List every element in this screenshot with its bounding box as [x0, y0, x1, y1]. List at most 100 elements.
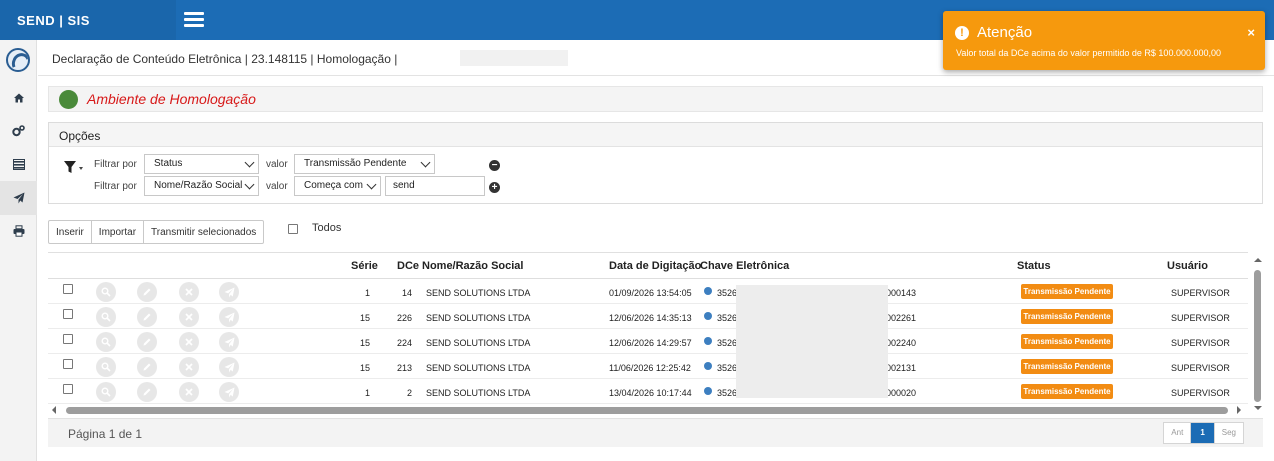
filter-label: Filtrar por: [94, 159, 137, 170]
status-badge: Transmissão Pendente: [1021, 384, 1113, 399]
edit-icon[interactable]: [137, 332, 157, 352]
environment-status-icon: [59, 90, 78, 109]
cell-date: 12/06/2026 14:35:13: [609, 313, 692, 323]
page-1-button[interactable]: 1: [1191, 423, 1215, 443]
vertical-scrollbar[interactable]: [1252, 256, 1264, 416]
close-icon[interactable]: ×: [1247, 25, 1255, 40]
cell-dce: 2: [406, 388, 412, 398]
cell-dce: 213: [396, 363, 412, 373]
redacted-area: [460, 50, 568, 66]
transmit-icon[interactable]: [219, 332, 239, 352]
edit-icon[interactable]: [137, 382, 157, 402]
delete-icon[interactable]: [179, 332, 199, 352]
remove-filter-icon[interactable]: −: [489, 160, 500, 171]
cell-name: SEND SOLUTIONS LTDA: [426, 388, 531, 398]
scroll-down-icon[interactable]: [1254, 406, 1262, 410]
cell-key-end: 002240: [886, 338, 917, 348]
cell-serie: 1: [364, 288, 370, 298]
column-header-user[interactable]: Usuário: [1167, 260, 1208, 272]
value-label: valor: [266, 181, 288, 192]
row-checkbox[interactable]: [63, 309, 73, 319]
view-icon[interactable]: [96, 357, 116, 377]
scroll-right-icon[interactable]: [1237, 406, 1241, 414]
redacted-key-area: [736, 285, 888, 398]
status-badge: Transmissão Pendente: [1021, 359, 1113, 374]
table-row[interactable]: 15 213 SEND SOLUTIONS LTDA 11/06/2026 12:25…: [48, 354, 1248, 379]
pagination-bar: Página 1 de 1 Ant 1 Seg: [48, 418, 1263, 447]
print-icon[interactable]: [0, 214, 37, 248]
environment-label: Ambiente de Homologação: [87, 91, 256, 107]
cell-dce: 226: [396, 313, 412, 323]
select-all-label: Todos: [312, 222, 342, 234]
cell-serie: 15: [359, 363, 370, 373]
key-status-icon: [704, 362, 712, 370]
horizontal-scroll-thumb[interactable]: [66, 407, 1228, 414]
table-row[interactable]: 1 14 SEND SOLUTIONS LTDA 01/09/2026 13:54:0…: [48, 279, 1248, 304]
cell-name: SEND SOLUTIONS LTDA: [426, 288, 531, 298]
delete-icon[interactable]: [179, 382, 199, 402]
edit-icon[interactable]: [137, 357, 157, 377]
column-header-status[interactable]: Status: [1017, 260, 1051, 272]
row-checkbox[interactable]: [63, 334, 73, 344]
column-header-serie[interactable]: Série: [351, 260, 378, 272]
filter-field-select[interactable]: Nome/Razão Social: [144, 176, 259, 196]
table-row[interactable]: 1 2 SEND SOLUTIONS LTDA 13/04/2026 10:17:44…: [48, 379, 1248, 404]
row-checkbox[interactable]: [63, 359, 73, 369]
filter-value-select[interactable]: Transmissão Pendente: [294, 154, 435, 174]
cell-user: SUPERVISOR: [1171, 388, 1230, 398]
insert-button[interactable]: Inserir: [49, 221, 92, 243]
page-count: Página 1 de 1: [68, 427, 143, 441]
delete-icon[interactable]: [179, 282, 199, 302]
edit-icon[interactable]: [137, 307, 157, 327]
view-icon[interactable]: [96, 382, 116, 402]
scroll-left-icon[interactable]: [52, 406, 56, 414]
brand-logo[interactable]: SEND | SIS: [0, 0, 176, 40]
add-filter-icon[interactable]: +: [489, 182, 500, 193]
transmit-icon[interactable]: [219, 282, 239, 302]
view-icon[interactable]: [96, 332, 116, 352]
menu-icon[interactable]: [184, 12, 204, 28]
filter-icon[interactable]: [63, 159, 85, 175]
filter-field-select[interactable]: Status: [144, 154, 259, 174]
table-row[interactable]: 15 226 SEND SOLUTIONS LTDA 12/06/2026 14:35…: [48, 304, 1248, 329]
list-icon[interactable]: [0, 147, 37, 181]
cell-user: SUPERVISOR: [1171, 313, 1230, 323]
select-all-checkbox[interactable]: [288, 224, 298, 234]
home-icon[interactable]: [0, 81, 37, 115]
table-header: Série DCe Nome/Razão Social Data de Digi…: [48, 253, 1248, 279]
value-label: valor: [266, 159, 288, 170]
import-button[interactable]: Importar: [92, 221, 145, 243]
send-icon[interactable]: [0, 181, 37, 215]
column-header-key[interactable]: Chave Eletrônica: [700, 260, 789, 272]
column-header-dce[interactable]: DCe: [397, 260, 419, 272]
transmit-icon[interactable]: [219, 357, 239, 377]
transmit-icon[interactable]: [219, 382, 239, 402]
app-logo-icon[interactable]: [6, 48, 30, 72]
row-checkbox[interactable]: [63, 384, 73, 394]
edit-icon[interactable]: [137, 282, 157, 302]
key-status-icon: [704, 287, 712, 295]
delete-icon[interactable]: [179, 357, 199, 377]
filter-value-input[interactable]: send: [385, 176, 485, 196]
delete-icon[interactable]: [179, 307, 199, 327]
view-icon[interactable]: [96, 307, 116, 327]
table-row[interactable]: 15 224 SEND SOLUTIONS LTDA 12/06/2026 14:29…: [48, 329, 1248, 354]
view-icon[interactable]: [96, 282, 116, 302]
transmit-selected-button[interactable]: Transmitir selecionados: [144, 221, 263, 243]
page-title: Declaração de Conteúdo Eletrônica | 23.1…: [52, 52, 398, 66]
status-badge: Transmissão Pendente: [1021, 309, 1113, 324]
filter-operator-select[interactable]: Começa com: [294, 176, 381, 196]
row-checkbox[interactable]: [63, 284, 73, 294]
filter-value: Transmissão Pendente: [304, 158, 407, 169]
cell-name: SEND SOLUTIONS LTDA: [426, 313, 531, 323]
column-header-name[interactable]: Nome/Razão Social: [422, 260, 523, 272]
vertical-scroll-thumb[interactable]: [1254, 270, 1261, 402]
next-page-button[interactable]: Seg: [1215, 423, 1243, 443]
chevron-down-icon: [244, 157, 255, 168]
column-header-date[interactable]: Data de Digitação: [609, 260, 701, 272]
horizontal-scrollbar[interactable]: [50, 404, 1248, 416]
settings-icon[interactable]: [0, 114, 37, 148]
transmit-icon[interactable]: [219, 307, 239, 327]
previous-page-button[interactable]: Ant: [1164, 423, 1192, 443]
scroll-up-icon[interactable]: [1254, 258, 1262, 262]
